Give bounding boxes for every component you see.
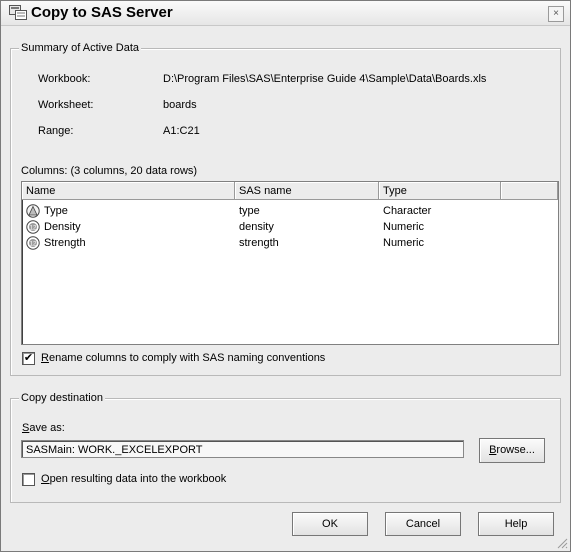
row-sas-name: type (239, 205, 260, 217)
open-mnemonic: O (41, 473, 50, 485)
rename-columns-checkbox[interactable]: ✔ (22, 352, 35, 365)
column-header-sas-name[interactable]: SAS name (235, 182, 379, 200)
column-header-filler (501, 182, 558, 200)
column-header-type[interactable]: Type (379, 182, 501, 200)
ok-button[interactable]: OK (292, 512, 368, 536)
range-value: A1:C21 (163, 125, 200, 137)
row-type: Character (383, 205, 432, 217)
save-as-label: Save as: (22, 422, 65, 434)
row-name: Density (44, 221, 81, 233)
copy-to-sas-server-dialog: Copy to SAS Server × Summary of Active D… (0, 0, 571, 552)
dialog-title: Copy to SAS Server (31, 4, 173, 21)
svg-text:12: 12 (30, 225, 37, 231)
row-sas-name: density (239, 221, 274, 233)
save-as-label-text: ave as: (29, 422, 65, 434)
cancel-button[interactable]: Cancel (385, 512, 461, 536)
column-header-name[interactable]: Name (22, 182, 235, 200)
browse-button[interactable]: Browse... (479, 438, 545, 463)
worksheet-label: Worksheet: (38, 99, 94, 111)
numeric-column-icon: 12 (26, 236, 40, 250)
row-type: Numeric (383, 221, 424, 233)
rename-columns-label[interactable]: Rename columns to comply with SAS naming… (41, 352, 325, 364)
rename-label-text: ename columns to comply with SAS naming … (48, 352, 326, 364)
copy-destination-legend: Copy destination (19, 392, 105, 404)
worksheet-value: boards (163, 99, 197, 111)
title-bar[interactable]: Copy to SAS Server × (1, 1, 570, 26)
table-row[interactable]: 12 Strength strength Numeric (22, 235, 558, 251)
close-button[interactable]: × (548, 6, 564, 22)
row-name: Type (44, 205, 68, 217)
row-type: Numeric (383, 237, 424, 249)
numeric-column-icon: 12 (26, 220, 40, 234)
workbook-label: Workbook: (38, 73, 91, 85)
open-in-workbook-label[interactable]: Open resulting data into the workbook (41, 473, 226, 485)
summary-legend: Summary of Active Data (19, 42, 141, 54)
columns-caption: Columns: (3 columns, 20 data rows) (21, 165, 198, 177)
save-as-field[interactable]: SASMain: WORK._EXCELEXPORT (21, 440, 464, 458)
open-in-workbook-checkbox[interactable] (22, 473, 35, 486)
workbook-value: D:\Program Files\SAS\Enterprise Guide 4\… (163, 73, 487, 85)
app-icon (9, 5, 27, 20)
resize-grip-icon[interactable] (556, 537, 568, 549)
range-label: Range: (38, 125, 74, 137)
row-sas-name: strength (239, 237, 279, 249)
help-button[interactable]: Help (478, 512, 554, 536)
character-column-icon (26, 204, 40, 218)
rename-mnemonic: R (41, 352, 49, 364)
table-row[interactable]: 12 Density density Numeric (22, 219, 558, 235)
table-row[interactable]: Type type Character (22, 203, 558, 219)
row-name: Strength (44, 237, 86, 249)
open-label-text: pen resulting data into the workbook (49, 473, 227, 485)
svg-text:12: 12 (30, 241, 37, 247)
browse-label: rowse... (496, 444, 535, 456)
columns-list[interactable]: Name SAS name Type Type type Character 1… (21, 181, 559, 345)
